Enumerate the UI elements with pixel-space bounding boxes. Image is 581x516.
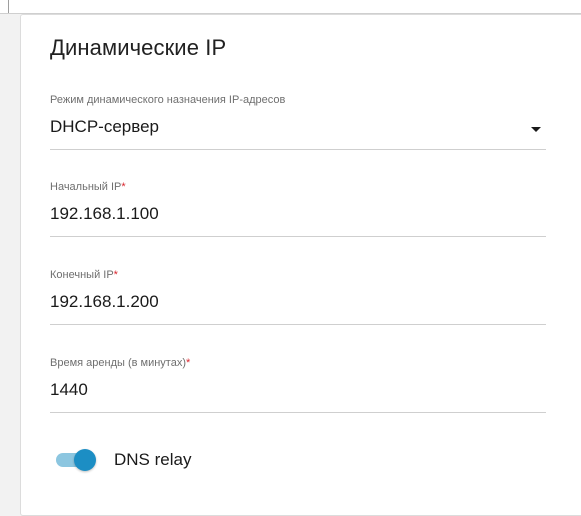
dhcp-mode-value[interactable]: DHCP-сервер bbox=[50, 117, 546, 137]
dhcp-mode-label: Режим динамического назначения IP-адресо… bbox=[50, 94, 286, 106]
lease-time-field[interactable]: Время аренды (в минутах)* 1440 bbox=[50, 356, 546, 413]
required-mark: * bbox=[113, 269, 118, 281]
dhcp-mode-select[interactable]: Режим динамического назначения IP-адресо… bbox=[50, 93, 546, 150]
lease-time-underline bbox=[50, 412, 546, 413]
required-mark: * bbox=[121, 181, 126, 193]
dhcp-mode-underline bbox=[50, 149, 546, 150]
start-ip-underline bbox=[50, 236, 546, 237]
chevron-down-icon[interactable] bbox=[531, 127, 541, 132]
start-ip-input[interactable]: 192.168.1.100 bbox=[50, 204, 546, 224]
dns-relay-row[interactable]: DNS relay bbox=[56, 448, 191, 472]
end-ip-underline bbox=[50, 324, 546, 325]
end-ip-label: Конечный IP* bbox=[50, 269, 118, 281]
lease-time-label: Время аренды (в минутах)* bbox=[50, 357, 191, 369]
toolbar-divider bbox=[8, 0, 9, 13]
top-toolbar-strip bbox=[0, 0, 581, 14]
dns-relay-label: DNS relay bbox=[114, 450, 192, 469]
end-ip-field[interactable]: Конечный IP* 192.168.1.200 bbox=[50, 268, 546, 325]
dynamic-ip-card bbox=[20, 14, 581, 516]
end-ip-input[interactable]: 192.168.1.200 bbox=[50, 292, 546, 312]
section-title: Динамические IP bbox=[50, 35, 227, 60]
toggle-thumb[interactable] bbox=[74, 449, 96, 471]
required-mark: * bbox=[186, 357, 191, 369]
start-ip-field[interactable]: Начальный IP* 192.168.1.100 bbox=[50, 180, 546, 237]
dns-relay-toggle[interactable] bbox=[56, 448, 96, 472]
lease-time-input[interactable]: 1440 bbox=[50, 380, 546, 400]
start-ip-label: Начальный IP* bbox=[50, 181, 126, 193]
